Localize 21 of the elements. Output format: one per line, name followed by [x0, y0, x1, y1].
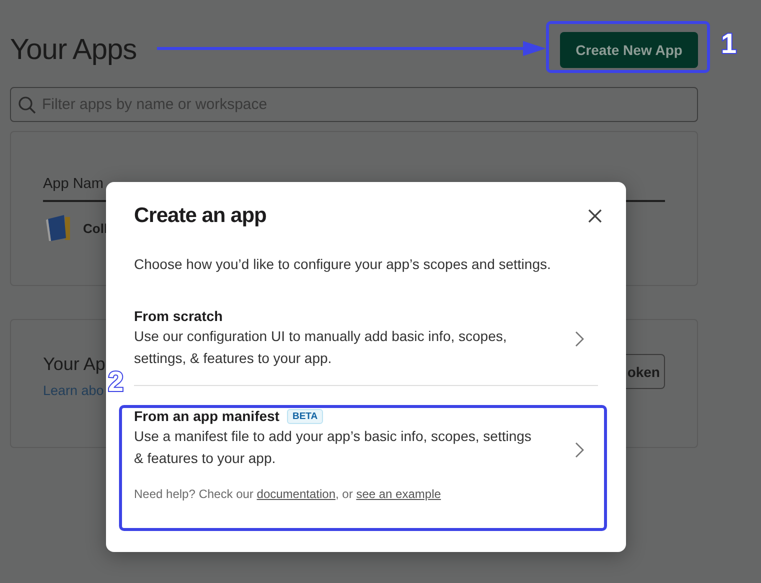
example-link[interactable]: see an example — [356, 487, 441, 501]
create-new-app-button[interactable]: Create New App — [560, 32, 698, 68]
search-icon — [18, 96, 36, 114]
close-icon — [588, 209, 602, 223]
step-number: 1 — [721, 28, 737, 60]
chevron-icon — [575, 330, 584, 346]
option-item[interactable]: From an app manifest BETA Use a manifest file to add your app’s basic info, scopes, settings & features to your app. Need help? Check our documentation, or see an example — [134, 408, 598, 501]
help-text: Need help? Check our documentation, or see an example — [134, 487, 442, 501]
documentation-link[interactable]: documentation — [256, 487, 336, 501]
option-description: Use a manifest file to add your app’s basic info, scopes, settings & features to your app. — [134, 427, 532, 468]
dialog-subtitle: Choose how you’d like to configure your app’s scopes and settings. — [134, 256, 552, 272]
dialog-title: Create an app — [134, 204, 266, 228]
option-title: From scratch — [134, 308, 223, 324]
beta-badge: BETA — [287, 408, 323, 424]
chevron-icon — [575, 442, 584, 458]
option-description: Use our configuration UI to manually add basic info, scopes, settings, & features to your app. — [134, 327, 508, 368]
option-title: From an app manifest — [134, 408, 280, 424]
step-number: 2 — [108, 366, 124, 398]
option-item[interactable]: From scratch Use our configuration UI to manually add basic info, scopes, settings, & features to your app. — [134, 308, 598, 386]
card-title: Your Ap — [43, 354, 106, 375]
page-title: Your Apps — [10, 34, 137, 66]
